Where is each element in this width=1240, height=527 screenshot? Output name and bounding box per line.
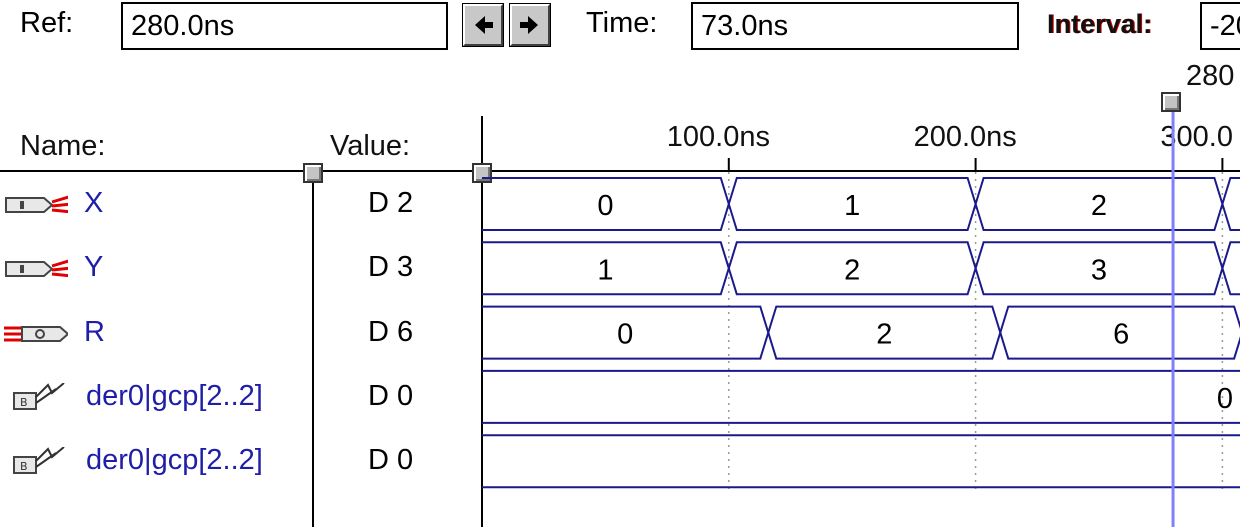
bus-value-label: 2 (1091, 190, 1107, 222)
bus-segment (482, 434, 1240, 489)
bus-value-label: 6 (1113, 319, 1129, 351)
bus-value-label: 1 (844, 190, 860, 222)
bus-value-label: 3 (1091, 254, 1107, 286)
bus-value-label: 0 (1217, 383, 1233, 415)
waveform-area[interactable]: 0 1 2 1 2 3 0 2 6 0 (0, 0, 1240, 527)
bus-segment (1221, 241, 1240, 296)
bus-segment (482, 369, 1240, 424)
bus-value-label: 0 (617, 319, 633, 351)
bus-segment (1221, 177, 1240, 231)
bus-value-label: 2 (876, 319, 892, 351)
bus-value-label: 1 (597, 254, 613, 286)
bus-value-label: 0 (597, 190, 613, 222)
bus-value-label: 2 (844, 254, 860, 286)
